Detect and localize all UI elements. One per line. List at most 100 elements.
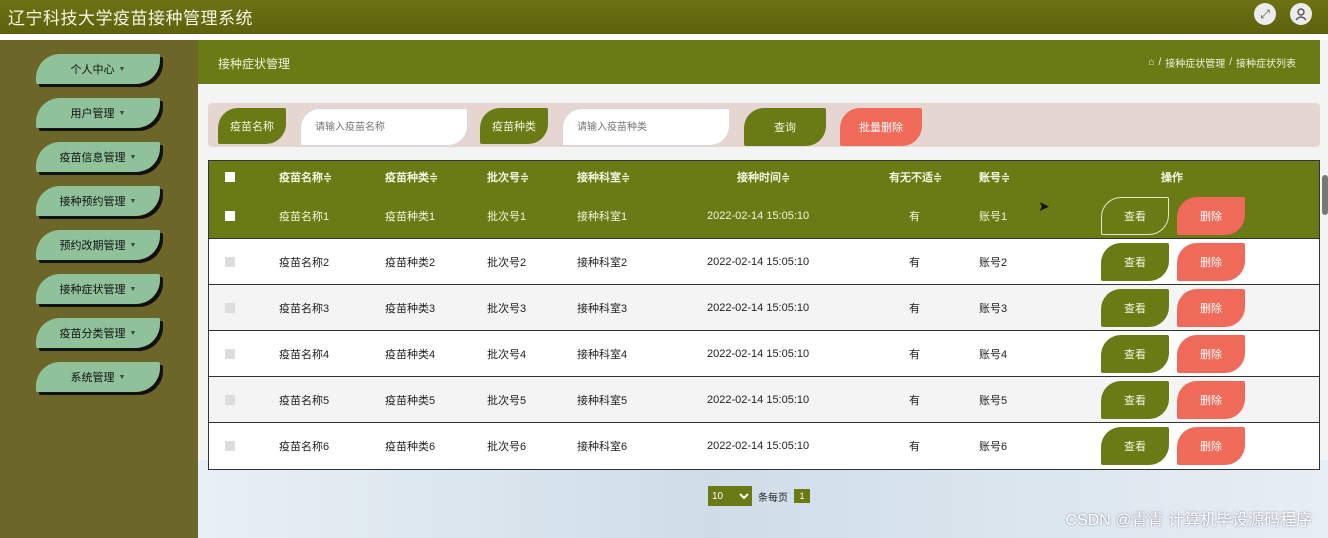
cell-account: 账号4 xyxy=(979,348,1008,361)
breadcrumb-level2: 接种症状列表 xyxy=(1236,59,1296,70)
cell-time: 2022-02-14 15:05:10 xyxy=(707,209,810,222)
cell-batch: 批次号6 xyxy=(487,441,527,453)
cell-vaccine-type: 疫苗种类5 xyxy=(385,394,436,407)
cell-account: 账号6 xyxy=(979,441,1008,453)
cell-time: 2022-02-14 15:05:10 xyxy=(707,255,810,268)
page-number-button[interactable]: 1 xyxy=(794,489,810,503)
delete-button[interactable]: 删除 xyxy=(1177,381,1245,419)
cell-vaccine-type: 疫苗种类4 xyxy=(385,348,436,361)
delete-button[interactable]: 删除 xyxy=(1177,243,1245,281)
column-header-time[interactable]: 接种时间 ≑ xyxy=(737,161,790,193)
view-button[interactable]: 查看 xyxy=(1101,197,1169,235)
user-icon[interactable] xyxy=(1290,3,1312,25)
page-header: 接种症状管理 ⌂ / 接种症状管理 / 接种症状列表 xyxy=(198,40,1320,84)
app-title: 辽宁科技大学疫苗接种管理系统 xyxy=(8,9,253,28)
sidebar-item-label: 系统管理 xyxy=(70,372,115,384)
cell-time: 2022-02-14 15:05:10 xyxy=(707,301,810,314)
top-bar: 辽宁科技大学疫苗接种管理系统 ⤢ xyxy=(0,0,1328,34)
sidebar-item-user-management[interactable]: 用户管理 ▼ xyxy=(36,98,160,128)
row-checkbox[interactable] xyxy=(225,377,235,422)
cell-batch: 批次号1 xyxy=(487,210,527,223)
sidebar-item-vaccine-info[interactable]: 疫苗信息管理 ▼ xyxy=(36,142,160,172)
query-button[interactable]: 查询 xyxy=(744,108,826,146)
table-row[interactable]: 疫苗名称1 疫苗种类1 批次号1 接种科室1 2022-02-14 15:05:… xyxy=(209,193,1319,239)
delete-button[interactable]: 删除 xyxy=(1177,335,1245,373)
batch-delete-button[interactable]: 批量删除 xyxy=(840,108,922,146)
sidebar-item-reschedule[interactable]: 预约改期管理 ▼ xyxy=(36,230,160,260)
chevron-down-icon: ▼ xyxy=(118,65,126,73)
sidebar-item-system[interactable]: 系统管理 ▼ xyxy=(36,362,160,392)
cell-vaccine-name: 疫苗名称2 xyxy=(279,256,330,269)
cell-discomfort: 有 xyxy=(909,210,920,223)
select-all-checkbox[interactable] xyxy=(225,161,235,193)
cell-dept: 接种科室3 xyxy=(577,302,628,315)
view-button[interactable]: 查看 xyxy=(1101,381,1169,419)
delete-button[interactable]: 删除 xyxy=(1177,427,1245,465)
table-row[interactable]: 疫苗名称4 疫苗种类4 批次号4 接种科室4 2022-02-14 15:05:… xyxy=(209,331,1319,377)
table-row[interactable]: 疫苗名称5 疫苗种类5 批次号5 接种科室5 2022-02-14 15:05:… xyxy=(209,377,1319,423)
page-size-select[interactable]: 10 xyxy=(708,486,752,506)
delete-button[interactable]: 删除 xyxy=(1177,289,1245,327)
page-title: 接种症状管理 xyxy=(218,57,291,71)
cell-batch: 批次号4 xyxy=(487,348,527,361)
fullscreen-icon[interactable]: ⤢ xyxy=(1254,3,1276,25)
view-button[interactable]: 查看 xyxy=(1101,243,1169,281)
table-row[interactable]: 疫苗名称6 疫苗种类6 批次号6 接种科室6 2022-02-14 15:05:… xyxy=(209,423,1319,469)
column-header-dept[interactable]: 接种科室 ≑ xyxy=(577,161,630,193)
view-button[interactable]: 查看 xyxy=(1101,335,1169,373)
breadcrumb-separator: / xyxy=(1158,57,1162,68)
cell-dept: 接种科室6 xyxy=(577,441,628,453)
delete-button[interactable]: 删除 xyxy=(1177,197,1245,235)
sidebar-item-label: 疫苗信息管理 xyxy=(59,152,126,164)
view-button[interactable]: 查看 xyxy=(1101,427,1169,465)
per-page-label: 条每页 xyxy=(758,492,788,504)
cell-account: 账号3 xyxy=(979,302,1008,315)
row-checkbox[interactable] xyxy=(225,239,235,284)
scrollbar[interactable] xyxy=(1322,175,1328,215)
breadcrumb-level1[interactable]: 接种症状管理 xyxy=(1165,55,1225,70)
row-checkbox[interactable] xyxy=(225,423,235,469)
vaccine-type-input[interactable] xyxy=(562,108,730,146)
table-row[interactable]: 疫苗名称3 疫苗种类3 批次号3 接种科室3 2022-02-14 15:05:… xyxy=(209,285,1319,331)
sidebar-item-label: 用户管理 xyxy=(70,108,115,120)
cell-dept: 接种科室5 xyxy=(577,394,628,407)
cell-batch: 批次号3 xyxy=(487,302,527,315)
column-header-batch[interactable]: 批次号 ≑ xyxy=(487,161,529,193)
chevron-down-icon: ▼ xyxy=(118,109,126,117)
vaccine-name-input[interactable] xyxy=(300,108,468,146)
table-header-row: 疫苗名称 ≑ 疫苗种类 ≑ 批次号 ≑ 接种科室 ≑ 接种时间 ≑ 有无不适 ≑ 账号 ≑ 操… xyxy=(209,161,1319,193)
sidebar-item-label: 个人中心 xyxy=(70,64,115,76)
sidebar-item-label: 预约改期管理 xyxy=(59,240,126,252)
cell-vaccine-name: 疫苗名称6 xyxy=(279,441,330,453)
sidebar-item-label: 接种预约管理 xyxy=(59,196,126,208)
row-checkbox[interactable] xyxy=(225,285,235,330)
column-header-discomfort[interactable]: 有无不适 ≑ xyxy=(889,161,942,193)
view-button[interactable]: 查看 xyxy=(1101,289,1169,327)
sidebar-item-personal-center[interactable]: 个人中心 ▼ xyxy=(36,54,160,84)
sidebar: 个人中心 ▼ 用户管理 ▼ 疫苗信息管理 ▼ 接种预约管理 ▼ 预约改期管理 ▼… xyxy=(0,40,198,538)
row-checkbox[interactable] xyxy=(225,193,235,238)
pagination: 10 条每页 1 xyxy=(708,486,810,506)
sidebar-item-symptoms[interactable]: 接种症状管理 ▼ xyxy=(36,274,160,304)
chevron-down-icon: ▼ xyxy=(129,329,137,337)
chevron-down-icon: ▼ xyxy=(129,197,137,205)
cell-dept: 接种科室4 xyxy=(577,348,628,361)
cell-time: 2022-02-14 15:05:10 xyxy=(707,440,810,452)
column-header-vaccine-type[interactable]: 疫苗种类 ≑ xyxy=(385,161,438,193)
cell-vaccine-type: 疫苗种类2 xyxy=(385,256,436,269)
cell-discomfort: 有 xyxy=(909,256,920,269)
chevron-down-icon: ▼ xyxy=(118,373,126,381)
home-icon[interactable]: ⌂ xyxy=(1148,57,1154,68)
sidebar-item-label: 疫苗分类管理 xyxy=(59,328,126,340)
column-header-vaccine-name[interactable]: 疫苗名称 ≑ xyxy=(279,161,332,193)
sidebar-item-vaccination-booking[interactable]: 接种预约管理 ▼ xyxy=(36,186,160,216)
column-header-actions: 操作 xyxy=(1161,172,1183,184)
cell-discomfort: 有 xyxy=(909,348,920,361)
table-row[interactable]: 疫苗名称2 疫苗种类2 批次号2 接种科室2 2022-02-14 15:05:… xyxy=(209,239,1319,285)
sidebar-item-vaccine-category[interactable]: 疫苗分类管理 ▼ xyxy=(36,318,160,348)
column-header-account[interactable]: 账号 ≑ xyxy=(979,161,1010,193)
breadcrumb-separator: / xyxy=(1229,57,1232,68)
cell-discomfort: 有 xyxy=(909,302,920,315)
watermark: CSDN @青青 计算机毕设源码程序 xyxy=(1065,512,1312,529)
row-checkbox[interactable] xyxy=(225,331,235,376)
